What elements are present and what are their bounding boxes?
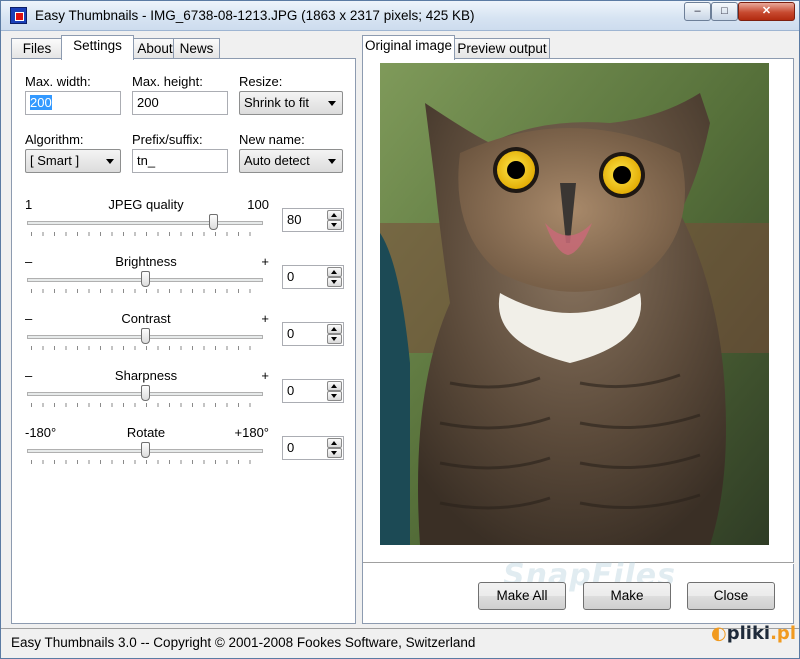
rotate-max-label: +180° [234, 425, 269, 440]
resize-select-value: Shrink to fit [244, 95, 310, 110]
spin-updown-icon[interactable] [327, 210, 342, 230]
minimize-button[interactable]: – [684, 2, 711, 21]
jpeg-quality-value: 80 [287, 212, 302, 227]
spin-updown-icon[interactable] [327, 381, 342, 401]
resize-label: Resize: [239, 74, 283, 89]
jpeg-quality-group: 1 JPEG quality 100 80 [25, 197, 347, 254]
contrast-slider-thumb[interactable] [140, 328, 150, 344]
algorithm-label: Algorithm: [25, 132, 84, 147]
spin-updown-icon[interactable] [327, 438, 342, 458]
brightness-label: Brightness [115, 254, 177, 269]
rotate-label: Rotate [126, 425, 166, 440]
rotate-group: -180° Rotate +180° 0 [25, 425, 347, 482]
contrast-value: 0 [287, 326, 295, 341]
spin-updown-icon[interactable] [327, 267, 342, 287]
contrast-group: – Contrast + 0 [25, 311, 347, 368]
max-width-label: Max. width: [25, 74, 91, 89]
sharpness-label: Sharpness [114, 368, 178, 383]
logo-text: pliki [726, 623, 771, 644]
logo-suffix: .pl [770, 623, 796, 644]
new-name-select[interactable]: Auto detect [239, 149, 343, 173]
jpeg-slider-thumb[interactable] [208, 214, 218, 230]
slider-ticks [31, 460, 261, 464]
close-window-button[interactable]: ✕ [738, 2, 795, 21]
brightness-max-label: + [261, 254, 269, 269]
tab-files[interactable]: Files [11, 38, 63, 59]
brightness-value: 0 [287, 269, 295, 284]
rotate-slider-thumb[interactable] [140, 442, 150, 458]
sharpness-value: 0 [287, 383, 295, 398]
tab-preview-output[interactable]: Preview output [454, 38, 550, 59]
jpeg-max-label: 100 [247, 197, 269, 212]
slider-ticks [31, 403, 261, 407]
algorithm-select-value: [ Smart ] [30, 153, 80, 168]
maximize-button[interactable]: □ [711, 2, 738, 21]
brightness-spinner[interactable]: 0 [282, 265, 344, 289]
title-bar[interactable]: Easy Thumbnails - IMG_6738-08-1213.JPG (… [1, 1, 799, 31]
chevron-down-icon [328, 159, 336, 164]
resize-select[interactable]: Shrink to fit [239, 91, 343, 115]
tab-news[interactable]: News [173, 38, 220, 59]
max-height-label: Max. height: [132, 74, 203, 89]
new-name-label: New name: [239, 132, 305, 147]
slider-ticks [31, 289, 261, 293]
rotate-value: 0 [287, 440, 295, 455]
corner-logo: ◐pliki.pl [711, 623, 796, 644]
rotate-spinner[interactable]: 0 [282, 436, 344, 460]
jpeg-quality-spinner[interactable]: 80 [282, 208, 344, 232]
window-title: Easy Thumbnails - IMG_6738-08-1213.JPG (… [35, 8, 475, 23]
sharpness-group: – Sharpness + 0 [25, 368, 347, 425]
sharpness-spinner[interactable]: 0 [282, 379, 344, 403]
slider-ticks [31, 346, 261, 350]
make-all-button[interactable]: Make All [478, 582, 566, 610]
algorithm-select[interactable]: [ Smart ] [25, 149, 121, 173]
brightness-slider-thumb[interactable] [140, 271, 150, 287]
chevron-down-icon [106, 159, 114, 164]
owl-photo [380, 63, 769, 545]
close-button[interactable]: Close [687, 582, 775, 610]
make-button[interactable]: Make [583, 582, 671, 610]
tab-original-image[interactable]: Original image [362, 35, 455, 60]
contrast-label: Contrast [121, 311, 171, 326]
logo-icon: ◐ [711, 623, 727, 644]
brightness-group: – Brightness + 0 [25, 254, 347, 311]
new-name-select-value: Auto detect [244, 153, 310, 168]
app-window: Easy Thumbnails - IMG_6738-08-1213.JPG (… [0, 0, 800, 659]
max-width-field[interactable]: 200 [25, 91, 121, 115]
prefix-label: Prefix/suffix: [132, 132, 203, 147]
sharpness-slider-thumb[interactable] [140, 385, 150, 401]
contrast-spinner[interactable]: 0 [282, 322, 344, 346]
max-width-value: 200 [30, 95, 52, 110]
sharpness-max-label: + [261, 368, 269, 383]
jpeg-quality-label: JPEG quality [108, 197, 184, 212]
contrast-max-label: + [261, 311, 269, 326]
status-text: Easy Thumbnails 3.0 -- Copyright © 2001-… [11, 635, 476, 650]
spin-updown-icon[interactable] [327, 324, 342, 344]
max-height-field[interactable]: 200 [132, 91, 228, 115]
slider-ticks [31, 232, 261, 236]
prefix-field[interactable]: tn_ [132, 149, 228, 173]
tab-settings[interactable]: Settings [61, 35, 134, 60]
jpeg-slider-track[interactable] [27, 221, 263, 225]
chevron-down-icon [328, 101, 336, 106]
status-bar: Easy Thumbnails 3.0 -- Copyright © 2001-… [1, 628, 799, 658]
original-image [380, 63, 769, 545]
app-icon[interactable] [10, 7, 27, 24]
